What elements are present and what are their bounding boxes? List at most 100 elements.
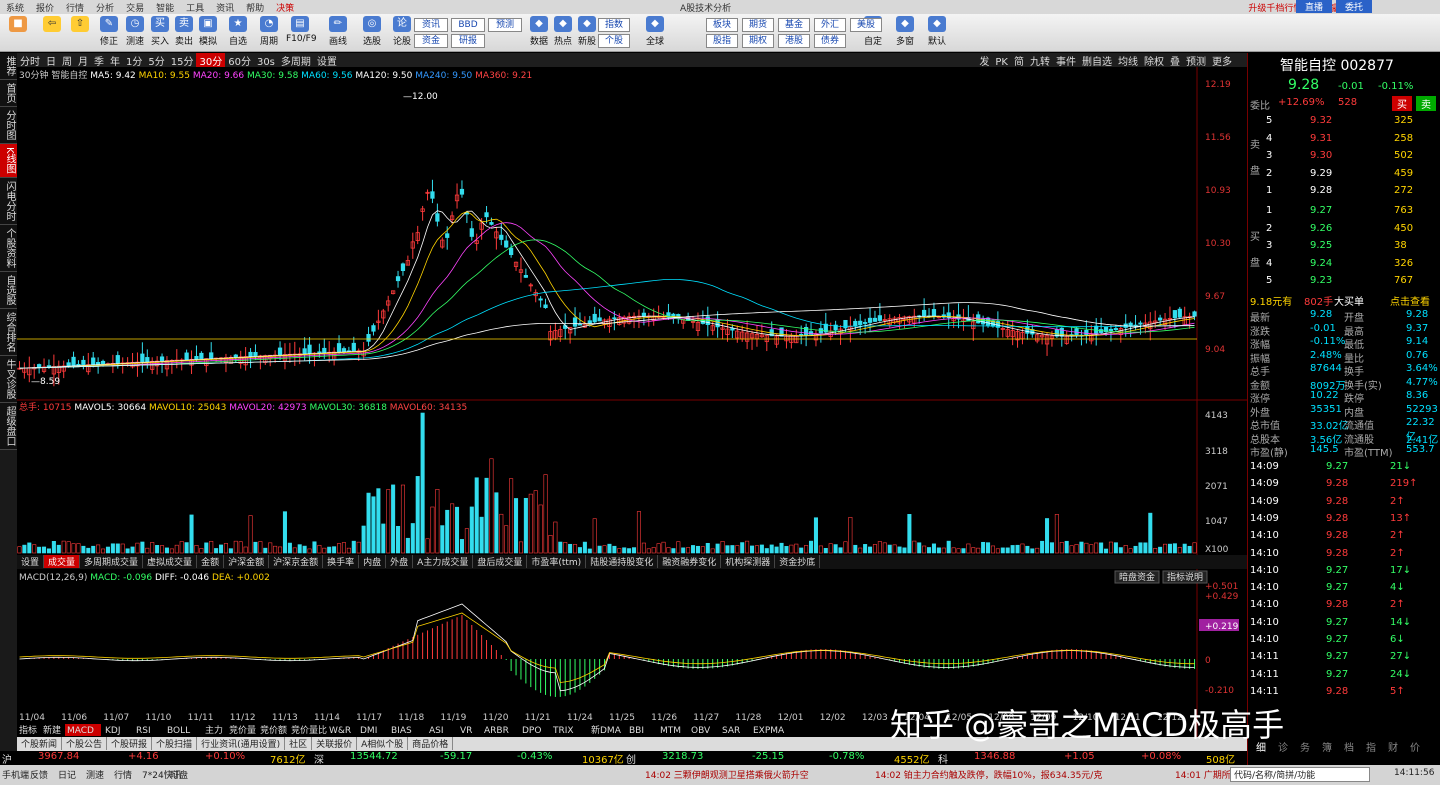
period-6[interactable]: 1分 — [123, 53, 145, 68]
indicator-tab-2[interactable]: MACD — [67, 726, 94, 736]
menu-item-4[interactable]: 交易 — [120, 0, 150, 15]
toolbar-button-4[interactable]: ▣ 模拟 — [194, 16, 222, 47]
toolbar-box-1-0[interactable]: 资金 — [414, 34, 448, 48]
tab-13[interactable]: 陆股通持股变化 — [586, 555, 659, 568]
menu-item-2[interactable]: 行情 — [60, 0, 90, 15]
indicator-tab-18[interactable]: 新DMA — [591, 724, 622, 736]
period-right-0[interactable]: 发 — [976, 53, 992, 68]
bottom-tab-8[interactable]: 商品价格 — [408, 737, 454, 750]
period-right-2[interactable]: 简 — [1011, 53, 1027, 68]
menu-item-8[interactable]: 帮助 — [240, 0, 270, 15]
status-item-0[interactable]: 手机端 — [2, 768, 29, 781]
toolbar-button-7[interactable]: ▤ F10/F9 — [286, 16, 317, 44]
tab-0[interactable]: 设置 — [17, 555, 45, 568]
toolbar-box2-3-0[interactable]: 基金 — [778, 18, 810, 32]
period-10[interactable]: 60分 — [225, 53, 254, 68]
indicator-tab-4[interactable]: RSI — [136, 726, 151, 736]
indicator-tab-12[interactable]: BIAS — [391, 726, 412, 736]
tab-3[interactable]: 虚拟成交量 — [143, 555, 198, 568]
quote-tab-7[interactable]: 价 — [1410, 739, 1420, 754]
tab-5[interactable]: 沪深金额 — [224, 555, 270, 568]
bottom-tab-4[interactable]: 行业资讯(通用设置) — [197, 737, 286, 750]
indicator-tab-17[interactable]: TRIX — [552, 726, 574, 736]
toolbar-button-9[interactable]: ◎ 选股 — [358, 16, 386, 47]
toolbar-box-0-0[interactable]: 资讯 — [414, 18, 448, 32]
indicator-tab-20[interactable]: MTM — [660, 726, 681, 736]
leftnav-item-2[interactable]: 分时图 — [0, 107, 17, 144]
toolbar-button-1[interactable]: ◷ 测速 — [121, 16, 149, 47]
toolbar-box2-2-0[interactable]: 期货 — [742, 18, 774, 32]
period-3[interactable]: 月 — [75, 53, 91, 68]
index-name-3[interactable]: 科 — [938, 751, 948, 766]
period-13[interactable]: 设置 — [314, 53, 340, 68]
indicator-tab-19[interactable]: BBI — [629, 726, 644, 736]
indicator-tab-0[interactable]: 指标 — [19, 724, 37, 736]
toolbar-button-6[interactable]: ◔ 周期 — [255, 16, 283, 47]
home-icon[interactable]: ■ — [6, 16, 30, 34]
bottom-tab-5[interactable]: 社区 — [285, 737, 313, 750]
toolbar-box2-4-1[interactable]: 债券 — [814, 34, 846, 48]
indicator-tab-14[interactable]: VR — [460, 726, 472, 736]
indicator-tab-3[interactable]: KDJ — [105, 726, 121, 736]
tab-15[interactable]: 机构探测器 — [721, 555, 776, 568]
toolbar-button-5[interactable]: ★ 自选 — [224, 16, 252, 47]
period-right-10[interactable]: 更多 — [1209, 53, 1235, 68]
quote-tab-4[interactable]: 档 — [1344, 739, 1354, 754]
bottom-tab-2[interactable]: 个股研报 — [107, 737, 153, 750]
tab-2[interactable]: 多周期成交量 — [80, 555, 144, 568]
view-link[interactable]: 点击查看 — [1390, 293, 1430, 308]
toolbar-box2-1-1[interactable]: 股指 — [706, 34, 738, 48]
menu-item-9[interactable]: 决策 — [270, 0, 300, 15]
bottom-tab-0[interactable]: 个股新闻 — [17, 737, 63, 750]
index-name-2[interactable]: 创 — [626, 751, 636, 766]
buy-button[interactable]: 买 — [1392, 96, 1412, 111]
tab-6[interactable]: 沪深京金额 — [269, 555, 324, 568]
macd-button-0[interactable]: 暗盘资金 — [1119, 571, 1155, 583]
toolbar-box2-0-0[interactable]: 指数 — [598, 18, 630, 32]
period-right-5[interactable]: 删自选 — [1079, 53, 1115, 68]
indicator-tab-13[interactable]: ASI — [429, 726, 444, 736]
leftnav-item-1[interactable]: 首页 — [0, 80, 17, 107]
period-right-6[interactable]: 均线 — [1115, 53, 1141, 68]
sell-button[interactable]: 卖 — [1416, 96, 1436, 111]
indicator-tab-8[interactable]: 竞价额 — [260, 724, 287, 736]
chart-area[interactable]: 30分钟 智能自控 MA5: 9.42 MA10: 9.55 MA20: 9.6… — [17, 67, 1247, 555]
quote-tab-5[interactable]: 指 — [1366, 739, 1376, 754]
bottom-tab-3[interactable]: 个股扫描 — [152, 737, 198, 750]
toolbar-rbutton-6[interactable]: ◆ 默认 — [922, 16, 952, 47]
bottom-tab-7[interactable]: A相似个股 — [357, 737, 409, 750]
menu-item-6[interactable]: 工具 — [180, 0, 210, 15]
menu-item-7[interactable]: 资讯 — [210, 0, 240, 15]
leftnav-item-3[interactable]: K线图 — [0, 144, 17, 178]
leftnav-item-0[interactable]: 推荐 — [0, 53, 17, 80]
toolbar-box-1-1[interactable]: 研报 — [451, 34, 485, 48]
news-2[interactable]: 14:02 铂主力合约触及跌停，跌幅10%，报634.35元/克 — [875, 768, 1102, 781]
tab-12[interactable]: 市盈率(ttm) — [527, 555, 587, 568]
indicator-tab-5[interactable]: BOLL — [167, 726, 190, 736]
menu-button-0[interactable]: 直播 — [1296, 0, 1332, 13]
status-item-4[interactable]: 行情 — [114, 768, 132, 781]
tab-4[interactable]: 金额 — [197, 555, 225, 568]
leftnav-item-5[interactable]: 个股资料 — [0, 224, 17, 272]
toolbar-button-0[interactable]: ✎ 修正 — [95, 16, 123, 47]
period-0[interactable]: 分时 — [17, 53, 43, 68]
tab-9[interactable]: 外盘 — [386, 555, 414, 568]
indicator-tab-21[interactable]: OBV — [691, 726, 711, 736]
indicator-tab-23[interactable]: EXPMA — [753, 726, 785, 736]
toolbar-rbutton-5[interactable]: ◆ 多窗 — [890, 16, 920, 47]
quote-tab-3[interactable]: 簿 — [1322, 739, 1332, 754]
back-icon[interactable]: ⇦ — [40, 16, 64, 34]
period-7[interactable]: 5分 — [145, 53, 167, 68]
toolbar-box-0-2[interactable]: 预测 — [488, 18, 522, 32]
toolbar-rbutton-3[interactable]: ◆ 全球 — [640, 16, 670, 47]
toolbar-box2-5-0[interactable]: 美股 — [850, 18, 882, 32]
indicator-tab-1[interactable]: 新建 — [43, 724, 61, 736]
status-item-1[interactable]: 反馈 — [30, 768, 48, 781]
period-right-3[interactable]: 九转 — [1027, 53, 1053, 68]
tab-8[interactable]: 内盘 — [359, 555, 387, 568]
leftnav-item-4[interactable]: 闪电分时 — [0, 177, 17, 225]
menu-item-5[interactable]: 智能 — [150, 0, 180, 15]
period-right-9[interactable]: 预测 — [1183, 53, 1209, 68]
toolbar-button-8[interactable]: ✏ 画线 — [324, 16, 352, 47]
search-input[interactable]: 代码/名称/简拼/功能 — [1230, 767, 1370, 782]
